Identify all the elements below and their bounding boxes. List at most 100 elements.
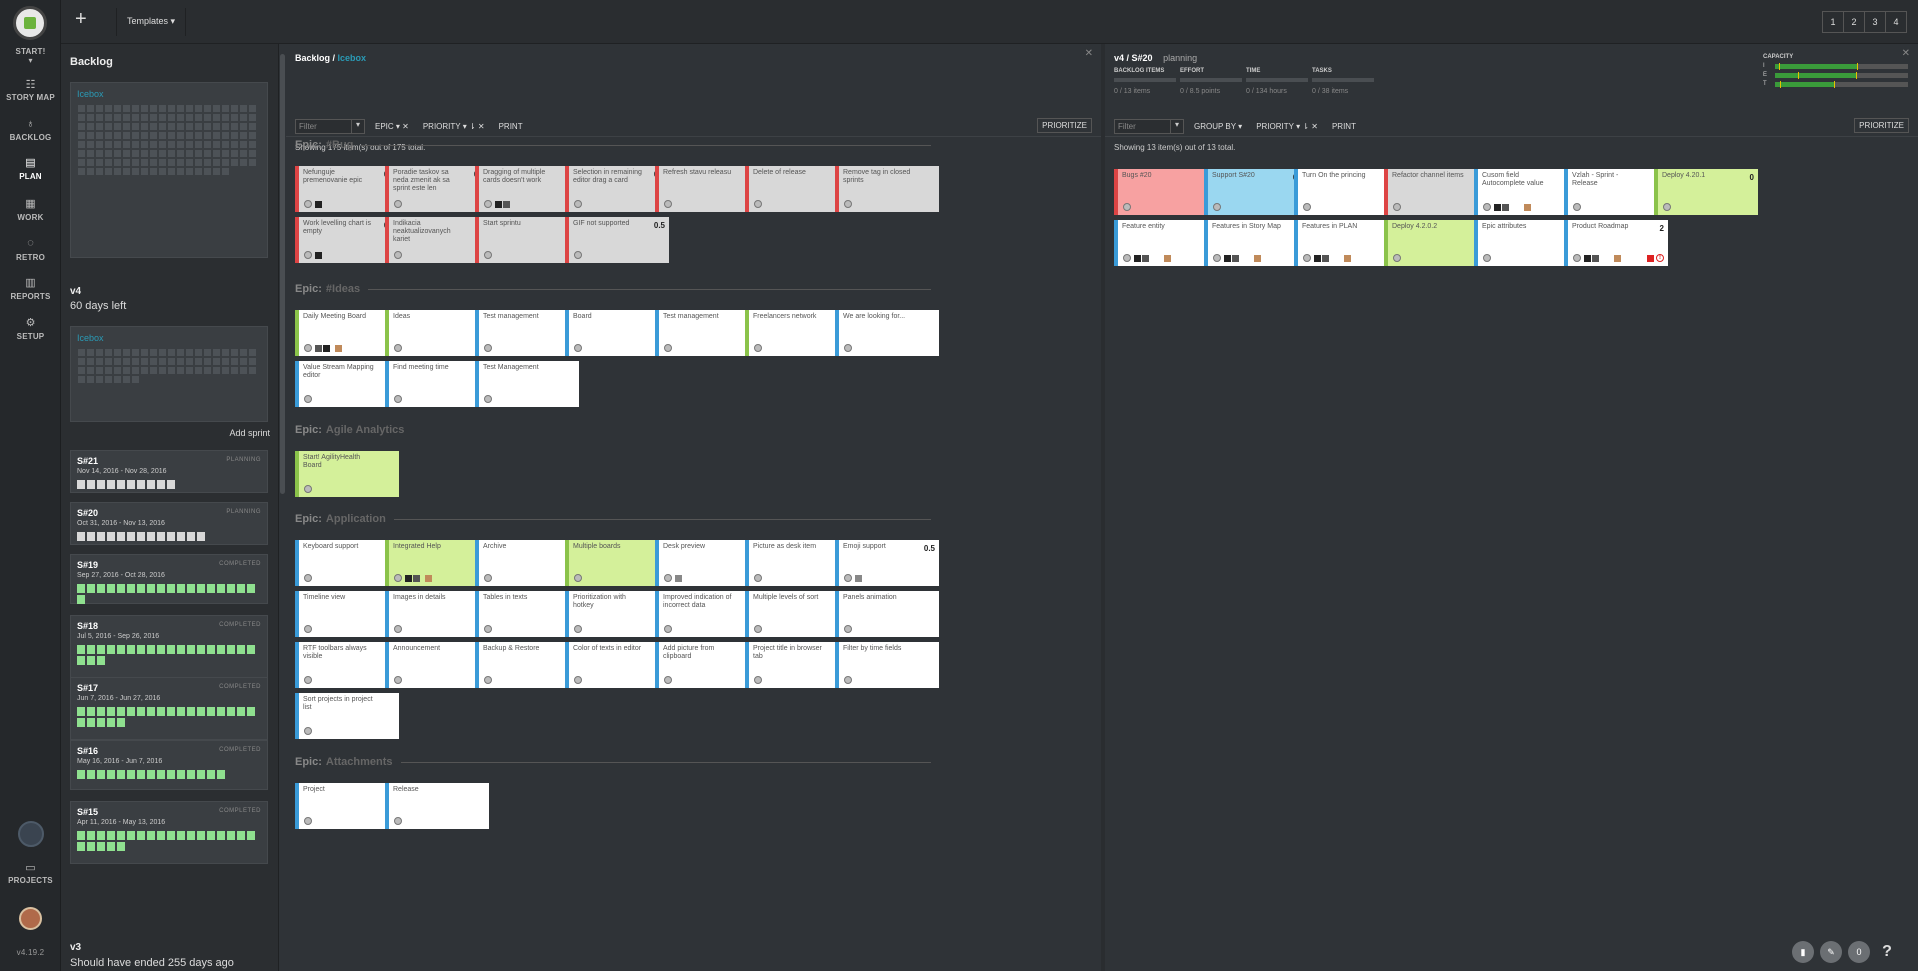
backlog-card[interactable]: Find meeting time [385, 361, 489, 407]
attachment-icon[interactable]: ▮ [1792, 941, 1814, 963]
page-3-button[interactable]: 3 [1864, 11, 1886, 33]
theme-toggle[interactable] [18, 821, 44, 847]
backlog-card[interactable]: Desk preview! [655, 540, 759, 586]
crumb-root[interactable]: Backlog [295, 53, 330, 63]
sprint-card[interactable]: S#21 PLANNING Nov 14, 2016 - Nov 28, 2016 [70, 450, 268, 493]
templates-dropdown[interactable]: Templates ▾ [116, 8, 187, 36]
sprint-card[interactable]: S#20 PLANNING Oct 31, 2016 - Nov 13, 2016 [70, 502, 268, 545]
backlog-card[interactable]: Multiple levels of sort [745, 591, 849, 637]
backlog-card[interactable]: RTF toolbars always visible [295, 642, 399, 688]
avatar[interactable] [19, 907, 42, 930]
backlog-card[interactable]: Panels animation [835, 591, 939, 637]
epic-group-button[interactable]: EPIC ▾ ✕ [371, 122, 413, 131]
sprint-card[interactable]: S#18 COMPLETED Jul 5, 2016 - Sep 26, 2016 [70, 615, 268, 678]
print-button[interactable]: PRINT [495, 122, 527, 131]
backlog-card[interactable]: Test management [655, 310, 759, 356]
nav-plan[interactable]: PLAN [0, 172, 61, 181]
nav-reports[interactable]: REPORTS [0, 292, 61, 301]
backlog-card[interactable]: Archive [475, 540, 579, 586]
nav-retro[interactable]: RETRO [0, 253, 61, 262]
backlog-card[interactable]: Announcement [385, 642, 489, 688]
backlog-card[interactable]: Refresh stavu releasu [655, 166, 759, 212]
sprint-card-item[interactable]: Epic attributes [1474, 220, 1578, 266]
priority-sort-button[interactable]: PRIORITY ▾ ⇂ ✕ [419, 122, 489, 131]
bulb-icon[interactable]: ♁ [0, 118, 61, 130]
sprint-card-item[interactable]: Features in Story Map2! [1204, 220, 1308, 266]
page-2-button[interactable]: 2 [1843, 11, 1865, 33]
sprint-card-item[interactable]: Cusom field Autocomplete value [1474, 169, 1578, 215]
backlog-card[interactable]: Prioritization with hotkey [565, 591, 669, 637]
epic-header[interactable]: Epic: Application [295, 513, 931, 525]
backlog-card[interactable]: Sort projects in project list [295, 693, 399, 739]
backlog-card[interactable]: Integrated Help [385, 540, 489, 586]
close-icon[interactable]: ✕ [478, 122, 485, 131]
backlog-card[interactable]: Filter by time fields [835, 642, 939, 688]
nav-work[interactable]: WORK [0, 213, 61, 222]
close-icon[interactable]: ✕ [1085, 48, 1093, 59]
backlog-card[interactable]: Board [565, 310, 669, 356]
page-4-button[interactable]: 4 [1885, 11, 1907, 33]
backlog-card[interactable]: Picture as desk item [745, 540, 849, 586]
epic-header[interactable]: Epic: Agile Analytics [295, 424, 931, 436]
release-v3-title[interactable]: v3 [70, 942, 81, 953]
retro-icon[interactable]: ◌ [0, 237, 61, 249]
backlog-card[interactable]: Indikacia neaktualizovanych kariet [385, 217, 489, 263]
icebox-v4-panel[interactable]: Icebox [70, 326, 268, 422]
backlog-card[interactable]: Color of texts in editor [565, 642, 669, 688]
nav-start-label[interactable]: START! [0, 47, 61, 56]
backlog-card[interactable]: Poradie taskov sa neda zmenit ak sa spri… [385, 166, 489, 212]
work-icon[interactable]: ▦ [0, 197, 61, 210]
backlog-card[interactable]: Emoji support 0.5 [835, 540, 939, 586]
sort-icon[interactable]: ⇂ [1302, 122, 1309, 131]
folder-icon[interactable]: ▭ [0, 861, 61, 874]
sprint-card[interactable]: S#19 COMPLETED Sep 27, 2016 - Oct 28, 2016 [70, 554, 268, 604]
sort-icon[interactable]: ⇂ [469, 122, 476, 131]
backlog-card[interactable]: Start! AgilityHealth Board [295, 451, 399, 497]
story-map-icon[interactable]: ☷ [0, 78, 61, 91]
print-button[interactable]: PRINT [1328, 122, 1360, 131]
add-sprint-button[interactable]: Add sprint [229, 428, 270, 438]
backlog-card[interactable]: Tables in texts [475, 591, 579, 637]
group-by-button[interactable]: GROUP BY ▾ [1190, 122, 1246, 131]
epic-header[interactable]: Epic: Attachments [295, 756, 931, 768]
backlog-card[interactable]: Start sprintu [475, 217, 579, 263]
backlog-card[interactable]: Images in details [385, 591, 489, 637]
sprint-card-item[interactable]: Support S#200.5 [1204, 169, 1308, 215]
sidebar-scrollbar[interactable] [280, 54, 285, 494]
backlog-card[interactable]: GIF not supported 0.5 [565, 217, 669, 263]
notifications-counter[interactable]: 0 [1848, 941, 1870, 963]
nav-projects[interactable]: PROJECTS [0, 876, 61, 885]
close-icon[interactable]: ✕ [402, 122, 409, 131]
backlog-card[interactable]: Test Management [475, 361, 579, 407]
backlog-card[interactable]: Work levelling chart is empty0.5 [295, 217, 399, 263]
reports-icon[interactable]: ▥ [0, 276, 61, 289]
backlog-card[interactable]: Remove tag in closed sprints [835, 166, 939, 212]
crumb-release[interactable]: v4 [1114, 53, 1124, 63]
priority-sort-button[interactable]: PRIORITY ▾ ⇂ ✕ [1252, 122, 1322, 131]
backlog-card[interactable]: Nefunguje premenovanie epic0.5 [295, 166, 399, 212]
page-1-button[interactable]: 1 [1822, 11, 1844, 33]
backlog-card[interactable]: Delete of release [745, 166, 849, 212]
sprint-card-item[interactable]: Bugs #20 [1114, 169, 1218, 215]
plan-icon[interactable]: ▤ [0, 156, 61, 169]
sprint-card-item[interactable]: Refactor channel items2! [1384, 169, 1488, 215]
backlog-card[interactable]: We are looking for... [835, 310, 939, 356]
epic-header[interactable]: Epic: #Ideas [295, 283, 931, 295]
close-icon[interactable]: ✕ [1311, 122, 1318, 131]
gear-icon[interactable]: ⚙ [0, 316, 61, 329]
plus-icon[interactable]: + [75, 8, 87, 31]
filter-input[interactable]: Filter [295, 118, 365, 134]
backlog-card[interactable]: Keyboard support [295, 540, 399, 586]
nav-setup[interactable]: SETUP [0, 332, 61, 341]
help-icon[interactable]: ? [1876, 941, 1898, 963]
sprint-card-item[interactable]: Deploy 4.20.1 0 [1654, 169, 1758, 215]
backlog-card[interactable]: Multiple boards [565, 540, 669, 586]
prioritize-button[interactable]: PRIORITIZE [1037, 118, 1092, 133]
backlog-card[interactable]: Add picture from clipboard [655, 642, 759, 688]
nav-story-map[interactable]: STORY MAP [0, 93, 61, 102]
backlog-card[interactable]: Daily Meeting Board [295, 310, 399, 356]
backlog-card[interactable]: Value Stream Mapping editor [295, 361, 399, 407]
sprint-card[interactable]: S#17 COMPLETED Jun 7, 2016 - Jun 27, 2016 [70, 677, 268, 740]
sprint-card-item[interactable]: Features in PLAN! [1294, 220, 1398, 266]
prioritize-button[interactable]: PRIORITIZE [1854, 118, 1909, 133]
